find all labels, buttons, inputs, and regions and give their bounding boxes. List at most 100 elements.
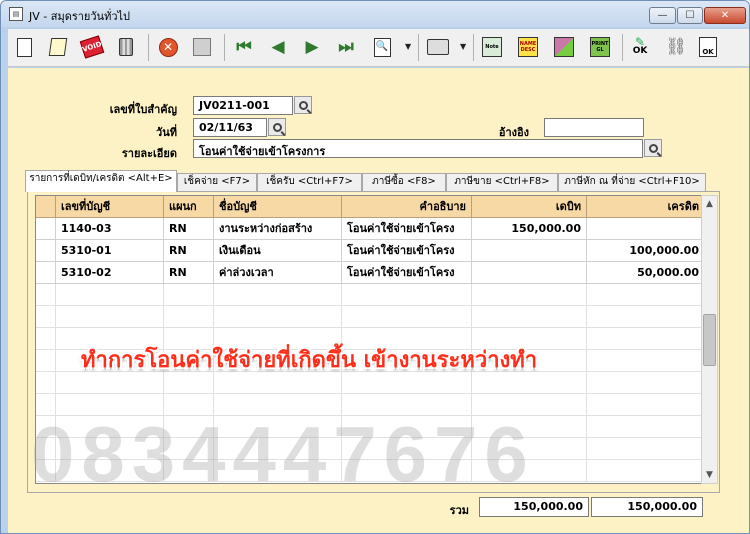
toolbar-separator: [224, 34, 225, 61]
note-button[interactable]: Note: [480, 35, 504, 59]
maximize-button[interactable]: ☐: [677, 7, 703, 24]
next-record-icon: ▶: [305, 36, 319, 57]
column-header-credit[interactable]: เครดิต: [587, 196, 705, 218]
delete-button[interactable]: [114, 35, 138, 59]
first-record-button[interactable]: ⏮: [232, 35, 256, 59]
table-cell-description[interactable]: โอนค่าใช้จ่ายเข้าโครง: [342, 262, 472, 284]
table-cell-description[interactable]: โอนค่าใช้จ่ายเข้าโครง: [342, 218, 472, 240]
table-cell-debit[interactable]: [472, 240, 587, 262]
empty-table-cell[interactable]: [214, 284, 342, 306]
document-ok-icon: OK: [699, 37, 717, 57]
cancel-icon: ✕: [158, 37, 178, 57]
row-indicator-header: [36, 196, 56, 218]
mixed-button[interactable]: [552, 35, 576, 59]
save-button[interactable]: [190, 35, 214, 59]
void-button[interactable]: VOID: [79, 35, 105, 59]
tab-cheque-pay[interactable]: เช็คจ่าย <F7>: [177, 173, 257, 191]
empty-table-cell[interactable]: [164, 306, 214, 328]
empty-table-cell[interactable]: [214, 306, 342, 328]
toolbar-separator: [473, 34, 474, 61]
table-cell-description[interactable]: โอนค่าใช้จ่ายเข้าโครง: [342, 240, 472, 262]
empty-table-cell[interactable]: [36, 284, 56, 306]
row-indicator[interactable]: [36, 262, 56, 284]
document-icon: ▤: [9, 7, 23, 21]
tab-purchase-tax[interactable]: ภาษีซื้อ <F8>: [362, 173, 446, 191]
table-cell-account-name[interactable]: งานระหว่างก่อสร้าง: [214, 218, 342, 240]
row-indicator[interactable]: [36, 240, 56, 262]
phone-watermark: 0834447676: [31, 410, 535, 498]
new-document-button[interactable]: [12, 35, 36, 59]
table-cell-account-name[interactable]: เงินเดือน: [214, 240, 342, 262]
doc-no-lookup-button[interactable]: [294, 96, 312, 114]
print-dropdown-icon[interactable]: ▼: [460, 42, 466, 51]
empty-table-cell[interactable]: [36, 328, 56, 350]
table-cell-debit[interactable]: [472, 262, 587, 284]
empty-table-cell[interactable]: [36, 350, 56, 372]
name-desc-button[interactable]: NAME DESC: [516, 35, 540, 59]
search-icon: [298, 100, 308, 110]
last-record-icon: ⏭: [338, 36, 354, 57]
name-desc-icon: NAME DESC: [518, 37, 538, 57]
doc-no-field[interactable]: JV0211-001: [193, 96, 293, 115]
column-header-description[interactable]: คำอธิบาย: [342, 196, 472, 218]
cancel-button[interactable]: ✕: [156, 35, 180, 59]
detail-lookup-button[interactable]: [644, 139, 662, 157]
empty-table-cell[interactable]: [342, 306, 472, 328]
search-dropdown-icon[interactable]: ▼: [405, 42, 411, 51]
minimize-button[interactable]: —: [649, 7, 676, 24]
column-header-account-name[interactable]: ชื่อบัญชี: [214, 196, 342, 218]
column-header-account-no[interactable]: เลขที่บัญชี: [56, 196, 164, 218]
table-cell-account-no[interactable]: 5310-02: [56, 262, 164, 284]
table-cell-account-no[interactable]: 1140-03: [56, 218, 164, 240]
tab-debit-credit[interactable]: รายการที่เดบิท/เครดิต <Alt+E>: [25, 170, 177, 192]
table-cell-department[interactable]: RN: [164, 240, 214, 262]
scroll-up-icon[interactable]: ▲: [702, 196, 717, 212]
reference-field[interactable]: [544, 118, 644, 137]
empty-table-cell[interactable]: [587, 284, 705, 306]
table-cell-department[interactable]: RN: [164, 262, 214, 284]
row-indicator[interactable]: [36, 218, 56, 240]
scroll-thumb[interactable]: [703, 314, 716, 366]
approve-button[interactable]: ✎ OK: [628, 35, 652, 59]
empty-table-cell[interactable]: [56, 306, 164, 328]
table-cell-credit[interactable]: 50,000.00: [587, 262, 705, 284]
document-ok-button[interactable]: OK: [696, 35, 720, 59]
table-cell-debit[interactable]: 150,000.00: [472, 218, 587, 240]
new-document-icon: [16, 37, 32, 57]
empty-table-cell[interactable]: [56, 284, 164, 306]
empty-table-cell[interactable]: [36, 306, 56, 328]
print-icon: [427, 39, 449, 55]
date-field[interactable]: 02/11/63: [193, 118, 267, 137]
empty-table-cell[interactable]: [472, 306, 587, 328]
tab-withholding-tax[interactable]: ภาษีหัก ณ ที่จ่าย <Ctrl+F10>: [558, 173, 706, 191]
column-header-debit[interactable]: เดบิท: [472, 196, 587, 218]
date-picker-button[interactable]: [268, 118, 286, 136]
table-cell-credit[interactable]: [587, 218, 705, 240]
void-icon: VOID: [79, 35, 105, 59]
empty-table-cell[interactable]: [342, 284, 472, 306]
approve-ok-icon: ✎ OK: [632, 35, 648, 56]
close-button[interactable]: ✕: [704, 7, 746, 24]
column-header-department[interactable]: แผนก: [164, 196, 214, 218]
print-button[interactable]: [426, 35, 450, 59]
last-record-button[interactable]: ⏭: [334, 35, 358, 59]
table-cell-account-no[interactable]: 5310-01: [56, 240, 164, 262]
table-cell-account-name[interactable]: ค่าล่วงเวลา: [214, 262, 342, 284]
empty-table-cell[interactable]: [164, 284, 214, 306]
edit-button[interactable]: [46, 35, 70, 59]
empty-table-cell[interactable]: [587, 306, 705, 328]
table-cell-department[interactable]: RN: [164, 218, 214, 240]
link-button[interactable]: ⛓: [664, 35, 688, 59]
empty-table-cell[interactable]: [472, 284, 587, 306]
tab-cheque-receive[interactable]: เช็ครับ <Ctrl+F7>: [257, 173, 362, 191]
mixed-icon: [554, 37, 574, 57]
tab-sales-tax[interactable]: ภาษีขาย <Ctrl+F8>: [446, 173, 558, 191]
next-record-button[interactable]: ▶: [300, 35, 324, 59]
previous-record-button[interactable]: ◀: [266, 35, 290, 59]
print-gl-button[interactable]: PRINT GL: [588, 35, 612, 59]
table-cell-credit[interactable]: 100,000.00: [587, 240, 705, 262]
detail-field[interactable]: โอนค่าใช้จ่ายเข้าโครงการ: [193, 139, 643, 158]
search-document-button[interactable]: 🔍: [370, 35, 394, 59]
empty-table-cell[interactable]: [36, 372, 56, 394]
caption-overlay: ทำการโอนค่าใช้จ่ายที่เกิดขึ้น เข้างานระห…: [81, 348, 538, 373]
